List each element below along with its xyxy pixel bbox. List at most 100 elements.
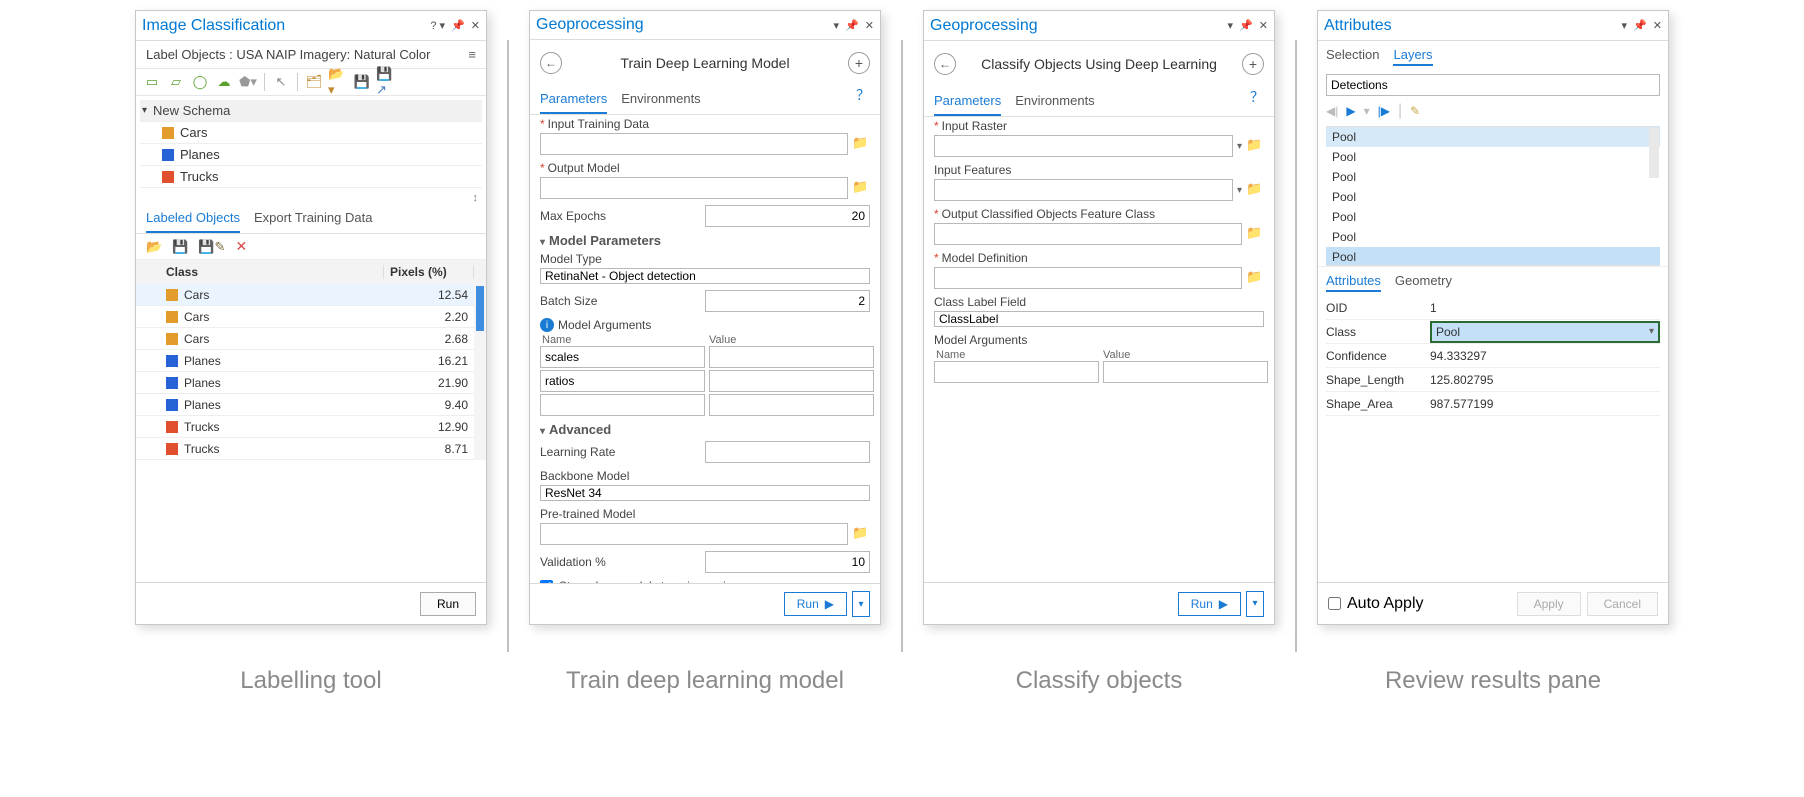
arg-value-2[interactable] — [709, 370, 874, 392]
arg-value-1[interactable] — [709, 346, 874, 368]
list-item[interactable]: Pool — [1326, 227, 1660, 247]
tab-geometry[interactable]: Geometry — [1395, 271, 1452, 292]
save-icon[interactable]: 💾 — [172, 239, 188, 255]
output-fc-field[interactable] — [934, 223, 1242, 245]
tab-parameters[interactable]: Parameters — [540, 85, 607, 114]
tab-attributes[interactable]: Attributes — [1326, 271, 1381, 292]
rectangle-tool-icon[interactable]: ▭ — [142, 72, 162, 92]
pin-icon[interactable]: 📌 — [1239, 19, 1253, 32]
favorite-button[interactable]: + — [848, 52, 870, 74]
browse-icon[interactable]: 📁 — [1246, 137, 1264, 155]
back-button[interactable]: ← — [540, 52, 562, 74]
delete-icon[interactable]: ✕ — [235, 238, 247, 255]
freehand-tool-icon[interactable]: ☁ — [214, 72, 234, 92]
save-edits-icon[interactable]: 💾✎ — [198, 239, 225, 255]
list-item[interactable]: Pool — [1326, 187, 1660, 207]
dropdown-icon[interactable]: ▾ — [1237, 185, 1242, 196]
table-row[interactable]: Cars2.20 — [136, 306, 474, 328]
col-class[interactable]: Class — [160, 265, 384, 279]
play-icon[interactable]: ▶ — [1346, 104, 1355, 118]
list-item[interactable]: Pool — [1326, 167, 1660, 187]
schema-item[interactable]: Trucks — [140, 166, 482, 188]
list-item[interactable]: Pool — [1326, 127, 1660, 147]
tab-parameters[interactable]: Parameters — [934, 87, 1001, 116]
menu-icon[interactable]: ≡ — [468, 47, 476, 62]
arg-value-1[interactable] — [1103, 361, 1268, 383]
input-features-field[interactable] — [934, 179, 1233, 201]
apply-button[interactable]: Apply — [1517, 592, 1581, 616]
run-dropdown[interactable]: ▾ — [1246, 591, 1264, 617]
segment-tool-icon[interactable]: ⬟▾ — [238, 72, 258, 92]
table-row[interactable]: Trucks8.71 — [136, 438, 474, 460]
table-scrollbar[interactable] — [474, 284, 486, 460]
close-icon[interactable]: ✕ — [471, 19, 480, 32]
model-def-field[interactable] — [934, 267, 1242, 289]
table-row[interactable]: Planes9.40 — [136, 394, 474, 416]
select-tool-icon[interactable]: ↖ — [271, 72, 291, 92]
favorite-button[interactable]: + — [1242, 53, 1264, 75]
browse-icon[interactable]: 📁 — [1246, 181, 1264, 199]
section-advanced[interactable]: Advanced — [549, 422, 611, 437]
tab-labeled-objects[interactable]: Labeled Objects — [146, 204, 240, 233]
chevron-down-icon[interactable]: ▾ — [1364, 104, 1370, 118]
layer-select[interactable] — [1326, 74, 1660, 96]
table-row[interactable]: Trucks12.90 — [136, 416, 474, 438]
help-icon[interactable]: ？ — [856, 85, 870, 114]
field-class-value[interactable]: Pool▾ — [1430, 321, 1660, 343]
pin-icon[interactable]: 📌 — [845, 19, 859, 32]
arg-name-3[interactable] — [540, 394, 705, 416]
class-label-field[interactable] — [934, 311, 1264, 327]
new-schema-icon[interactable]: 🗂 — [304, 72, 324, 92]
browse-icon[interactable]: 📁 — [1246, 269, 1264, 287]
close-icon[interactable]: ✕ — [1653, 19, 1662, 32]
max-epochs-field[interactable] — [705, 205, 870, 227]
list-item[interactable]: Pool — [1326, 207, 1660, 227]
input-training-data-field[interactable] — [540, 133, 848, 155]
browse-icon[interactable]: 📁 — [852, 179, 870, 197]
info-icon[interactable]: i — [540, 318, 554, 332]
arg-value-3[interactable] — [709, 394, 874, 416]
batch-size-field[interactable] — [705, 290, 870, 312]
table-row[interactable]: Cars2.68 — [136, 328, 474, 350]
list-scrollbar[interactable] — [1649, 128, 1659, 178]
menu-icon[interactable]: ▾ — [834, 19, 840, 32]
pretrained-field[interactable] — [540, 523, 848, 545]
table-row[interactable]: Planes16.21 — [136, 350, 474, 372]
table-row[interactable]: Cars12.54 — [136, 284, 474, 306]
tab-environments[interactable]: Environments — [621, 85, 700, 114]
polyline-tool-icon[interactable]: ▱ — [166, 72, 186, 92]
close-icon[interactable]: ✕ — [865, 19, 874, 32]
save-as-icon[interactable]: 💾↗ — [376, 72, 396, 92]
table-row[interactable]: Planes21.90 — [136, 372, 474, 394]
tab-layers[interactable]: Layers — [1393, 45, 1432, 66]
circle-tool-icon[interactable]: ◯ — [190, 72, 210, 92]
arg-name-2[interactable] — [540, 370, 705, 392]
step-icon[interactable]: |▶ — [1378, 104, 1390, 118]
learning-rate-field[interactable] — [705, 441, 870, 463]
help-icon[interactable]: ? ▾ — [430, 19, 445, 32]
backbone-select[interactable] — [540, 485, 870, 501]
menu-icon[interactable]: ▾ — [1622, 19, 1628, 32]
input-raster-field[interactable] — [934, 135, 1233, 157]
run-button[interactable]: Run▶ — [784, 592, 847, 616]
col-pixels[interactable]: Pixels (%) — [384, 265, 474, 279]
run-button[interactable]: Run▶ — [1178, 592, 1241, 616]
close-icon[interactable]: ✕ — [1259, 19, 1268, 32]
list-item[interactable]: Pool — [1326, 147, 1660, 167]
list-item[interactable]: Pool — [1326, 247, 1660, 266]
schema-root[interactable]: ▾ New Schema — [140, 100, 482, 122]
tab-environments[interactable]: Environments — [1015, 87, 1094, 116]
validation-field[interactable] — [705, 551, 870, 573]
pin-icon[interactable]: 📌 — [451, 19, 465, 32]
first-icon[interactable]: ◀| — [1326, 104, 1338, 118]
section-model-params[interactable]: Model Parameters — [549, 233, 661, 248]
schema-item[interactable]: Cars — [140, 122, 482, 144]
browse-icon[interactable]: 📁 — [852, 525, 870, 543]
menu-icon[interactable]: ▾ — [1228, 19, 1234, 32]
arg-name-1[interactable] — [934, 361, 1099, 383]
open-folder-icon[interactable]: 📂▾ — [328, 72, 348, 92]
feature-list[interactable]: PoolPoolPoolPoolPoolPoolPool — [1326, 126, 1660, 266]
dropdown-icon[interactable]: ▾ — [1237, 141, 1242, 152]
browse-icon[interactable]: 📁 — [852, 135, 870, 153]
output-model-field[interactable] — [540, 177, 848, 199]
